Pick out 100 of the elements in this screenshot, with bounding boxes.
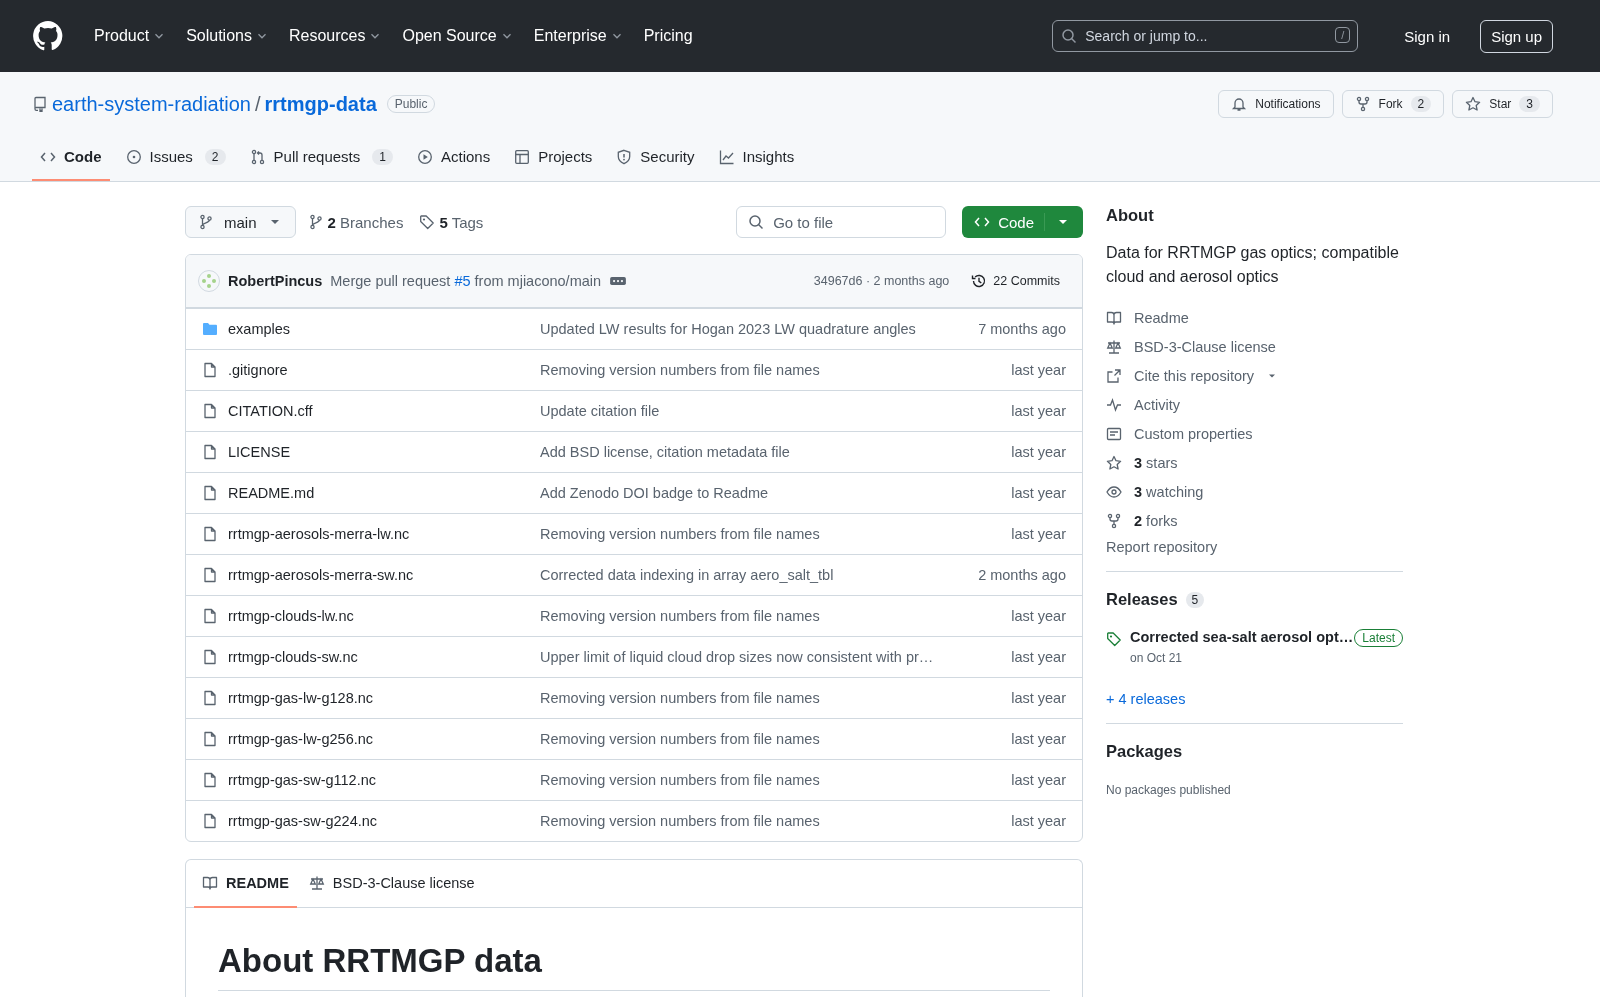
- release-date: on Oct 21: [1130, 651, 1184, 665]
- fork-button[interactable]: Fork 2: [1341, 90, 1445, 118]
- nav-menu[interactable]: Resources: [280, 21, 391, 51]
- nav-menu[interactable]: Product: [86, 21, 175, 51]
- commit-time: last year: [1010, 649, 1066, 665]
- notifications-button[interactable]: Notifications: [1218, 90, 1334, 118]
- commit-message-link[interactable]: Add BSD license, citation metadata file: [532, 444, 952, 460]
- watching-link[interactable]: 3 watching: [1106, 477, 1204, 506]
- repo-name-link[interactable]: rrtmgp-data: [264, 92, 377, 116]
- commit-message-link[interactable]: Removing version numbers from file names: [532, 690, 952, 706]
- file-link[interactable]: rrtmgp-gas-sw-g224.nc: [222, 813, 532, 829]
- commit-message-link[interactable]: Removing version numbers from file names: [532, 813, 952, 829]
- readme-tab[interactable]: README: [194, 860, 297, 908]
- commit-message-link[interactable]: Removing version numbers from file names: [532, 731, 952, 747]
- license-link[interactable]: BSD-3-Clause license: [1106, 332, 1276, 361]
- repo-tab[interactable]: Security: [608, 140, 703, 181]
- readme-link[interactable]: Readme: [1106, 303, 1189, 332]
- file-link[interactable]: README.md: [222, 485, 532, 501]
- table-icon: [514, 148, 531, 165]
- commit-message-link[interactable]: Removing version numbers from file names: [532, 526, 952, 542]
- packages-heading[interactable]: Packages: [1106, 742, 1403, 761]
- readme-heading: About RRTMGP data: [218, 942, 1050, 991]
- nav-menu[interactable]: Enterprise: [525, 21, 632, 51]
- release-link[interactable]: Corrected sea-salt aerosol opt…: [1130, 629, 1355, 647]
- logo-icon[interactable]: [32, 20, 64, 52]
- nav-menu[interactable]: Open Source: [394, 21, 522, 51]
- commit-hash-time[interactable]: 34967d6 · 2 months ago: [813, 274, 950, 288]
- file-link[interactable]: rrtmgp-gas-lw-g256.nc: [222, 731, 532, 747]
- eye-icon: [1106, 483, 1122, 500]
- forks-link[interactable]: 2 forks: [1106, 506, 1178, 535]
- readme-tab[interactable]: BSD-3-Clause license: [300, 860, 483, 908]
- file-icon: [202, 403, 218, 419]
- commit-time: 7 months ago: [977, 321, 1066, 337]
- commit-message-link[interactable]: Removing version numbers from file names: [532, 608, 952, 624]
- commit-time: last year: [1010, 690, 1066, 706]
- commit-time: 2 months ago: [977, 567, 1066, 583]
- file-link[interactable]: CITATION.cff: [222, 403, 532, 419]
- commit-message-link[interactable]: Upper limit of liquid cloud drop sizes now consistent with pr…: [532, 649, 952, 665]
- more-releases-link[interactable]: + 4 releases: [1106, 691, 1186, 707]
- file-link[interactable]: rrtmgp-aerosols-merra-lw.nc: [222, 526, 532, 542]
- note-icon: [1106, 425, 1122, 442]
- folder-link[interactable]: examples: [222, 321, 532, 337]
- tag-icon: [1106, 631, 1122, 647]
- count-label: 3: [1519, 96, 1540, 112]
- branch-selector[interactable]: main: [185, 206, 296, 238]
- commit-time: last year: [1010, 362, 1066, 378]
- commit-message-link[interactable]: Removing version numbers from file names: [532, 772, 952, 788]
- commits-link[interactable]: 22 Commits: [965, 272, 1066, 290]
- commit-message-link[interactable]: Update citation file: [532, 403, 952, 419]
- go-to-file-field[interactable]: Go to file: [736, 206, 947, 238]
- file-link[interactable]: rrtmgp-clouds-lw.nc: [222, 608, 532, 624]
- book-icon: [202, 875, 218, 891]
- repo-tab[interactable]: Pull requests 1: [241, 140, 401, 181]
- star-icon: [1106, 454, 1122, 471]
- circle-dot-icon: [125, 148, 142, 165]
- commit-time: last year: [1010, 526, 1066, 542]
- file-icon: [202, 649, 218, 665]
- repo-tab[interactable]: Projects: [506, 140, 601, 181]
- pull-request-link[interactable]: #5: [454, 273, 471, 289]
- file-link[interactable]: rrtmgp-aerosols-merra-sw.nc: [222, 567, 532, 583]
- properties-link[interactable]: Custom properties: [1106, 419, 1253, 448]
- commit-message-link[interactable]: Add Zenodo DOI badge to Readme: [532, 485, 952, 501]
- code-button[interactable]: Code: [962, 206, 1083, 238]
- nav-menu[interactable]: Pricing: [635, 21, 701, 51]
- history-icon: [971, 273, 988, 289]
- releases-heading[interactable]: Releases: [1106, 590, 1178, 609]
- commit-message-link[interactable]: Removing version numbers from file names: [532, 362, 952, 378]
- file-icon: [202, 526, 218, 542]
- sign-in-link[interactable]: Sign in: [1398, 26, 1457, 46]
- tags-link[interactable]: 5 Tags: [415, 213, 488, 231]
- activity-link[interactable]: Activity: [1106, 390, 1180, 419]
- branches-link[interactable]: 2 Branches: [303, 213, 408, 231]
- file-link[interactable]: rrtmgp-clouds-sw.nc: [222, 649, 532, 665]
- scale-icon: [308, 875, 325, 891]
- file-link[interactable]: LICENSE: [222, 444, 532, 460]
- repo-tab[interactable]: Issues 2: [117, 140, 234, 181]
- repo-tab[interactable]: Insights: [710, 140, 803, 181]
- file-link[interactable]: rrtmgp-gas-lw-g128.nc: [222, 690, 532, 706]
- cite-link[interactable]: Cite this repository: [1106, 361, 1279, 390]
- empty-packages-text: No packages published: [1106, 783, 1232, 797]
- commit-message-link[interactable]: Corrected data indexing in array aero_salt_tbl: [532, 567, 952, 583]
- report-link[interactable]: Report repository: [1106, 539, 1403, 571]
- folder-icon: [202, 321, 218, 337]
- file-link[interactable]: .gitignore: [222, 362, 532, 378]
- repo-tab[interactable]: Actions: [408, 140, 499, 181]
- commit-author[interactable]: RobertPincus: [228, 273, 323, 289]
- branch-icon: [198, 214, 214, 230]
- commit-message[interactable]: Merge pull request #5 from mjiacono/main: [330, 273, 602, 289]
- sign-up-button[interactable]: Sign up: [1480, 19, 1553, 53]
- commit-time: last year: [1010, 403, 1066, 419]
- nav-menu[interactable]: Solutions: [178, 21, 277, 51]
- owner-link[interactable]: earth-system-radiation: [52, 92, 251, 116]
- count-label: 5: [1185, 591, 1205, 608]
- stars-link[interactable]: 3 stars: [1106, 448, 1178, 477]
- star-button[interactable]: Star 3: [1452, 90, 1553, 118]
- file-link[interactable]: rrtmgp-gas-sw-g112.nc: [222, 772, 532, 788]
- cite-icon: [1106, 367, 1122, 384]
- commit-message-link[interactable]: Updated LW results for Hogan 2023 LW quadrature angles: [532, 321, 952, 337]
- repo-tab[interactable]: Code: [32, 140, 110, 181]
- pull-request-icon: [249, 148, 266, 165]
